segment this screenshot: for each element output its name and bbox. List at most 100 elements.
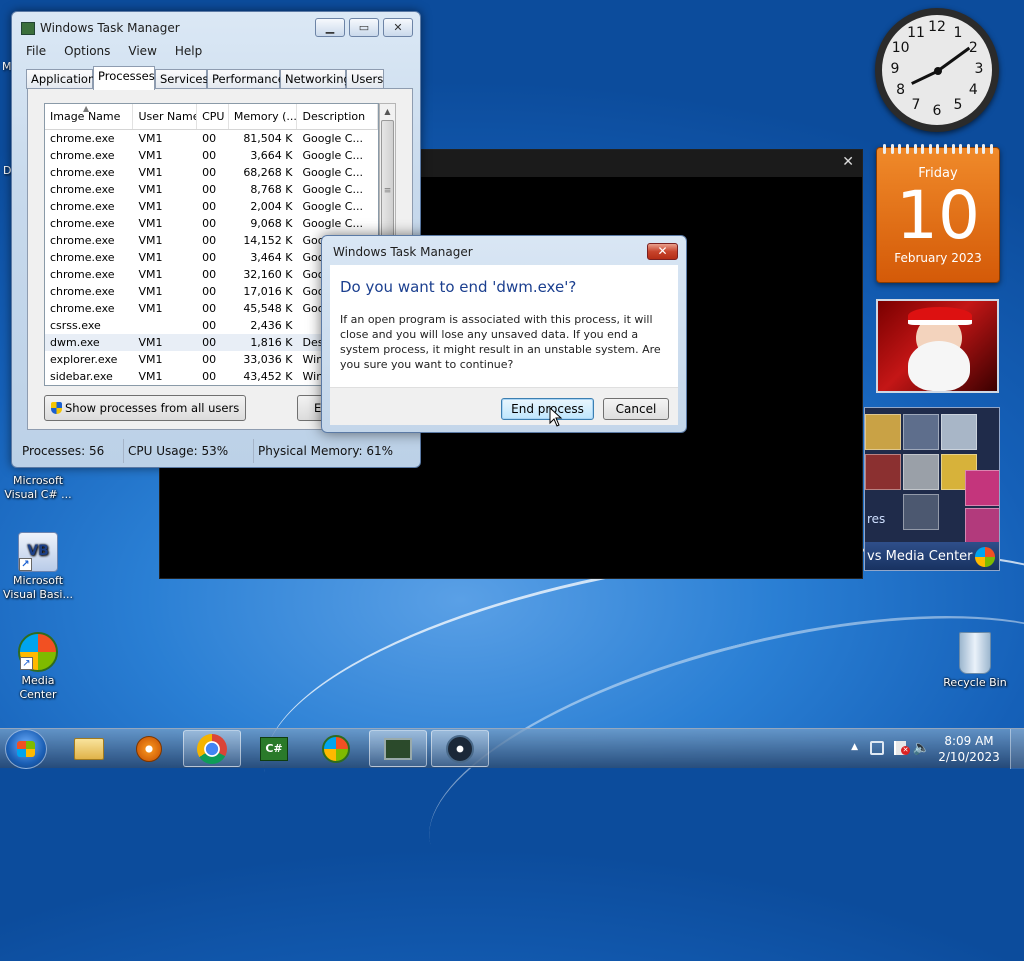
desktop-icon-recycle-bin[interactable]: Recycle Bin [939,632,1011,690]
cell-user-name: VM1 [138,251,163,264]
media-center-label: vs Media Center [867,549,973,564]
cell-user-name [133,317,197,334]
status-cpu: CPU Usage: 53% [124,439,254,463]
taskbar-media-player[interactable] [120,730,178,767]
action-center-flag-icon[interactable]: ✕ [894,741,910,755]
dialog-close-button[interactable]: ✕ [647,243,678,260]
desktop-icon-visual-csharp[interactable]: Microsoft Visual C# ... [2,474,74,502]
cell-image-name: chrome.exe [50,285,115,298]
media-tile [903,454,939,490]
column-cpu[interactable]: CPU [197,104,229,129]
maximize-button[interactable]: ▭ [349,18,379,37]
cell-memory: 2,436 K [250,319,293,332]
dialog-title: Windows Task Manager [333,245,473,259]
cancel-button[interactable]: Cancel [603,398,669,420]
scroll-up-arrow-icon[interactable]: ▲ [380,104,395,119]
taskbar: C# ▲ ✕ 🔈 8:09 AM 2/10/2023 [0,728,1024,769]
cell-image-name: chrome.exe [50,234,115,247]
calendar-month-year: February 2023 [894,251,982,265]
clock-number: 9 [890,61,900,77]
cell-cpu: 00 [202,370,217,383]
calendar-gadget[interactable]: Friday 10 February 2023 [876,144,1000,283]
windows-orb-icon [322,734,350,763]
menu-help[interactable]: Help [175,41,202,61]
minimize-button[interactable]: ▁ [315,18,345,37]
cell-description: Google C... [302,183,363,196]
desktop-icon-label: Media Center [19,674,57,701]
list-header: ▲ Image Name User Name CPU Memory (... De… [45,104,378,130]
media-center-footer: vs Media Center [865,542,999,570]
tab-processes[interactable]: Processes [93,66,155,90]
warning-x-icon: ✕ [901,746,910,755]
santa-photo-hat [908,307,972,325]
taskbar-csharp[interactable]: C# [245,730,303,767]
clock-number: 8 [896,82,906,98]
start-button[interactable] [5,729,47,769]
table-row[interactable]: chrome.exe VM1 00 2,004 K Google C... [45,198,378,215]
column-memory[interactable]: Memory (... [229,104,298,129]
column-image-name[interactable]: ▲ Image Name [45,104,134,129]
cell-user-name: VM1 [138,285,163,298]
cell-cpu: 00 [202,268,217,281]
menu-options[interactable]: Options [64,41,110,61]
end-process-confirm-button[interactable]: End process [501,398,594,420]
cell-memory: 3,464 K [250,251,293,264]
column-description[interactable]: Description [297,104,378,129]
table-row[interactable]: chrome.exe VM1 00 8,768 K Google C... [45,181,378,198]
desktop-icon-label: Microsoft Visual Basi... [3,574,73,601]
cell-description: Google C... [302,217,363,230]
tab-users[interactable]: Users [346,69,384,89]
slideshow-gadget[interactable] [876,299,999,393]
table-row[interactable]: chrome.exe VM1 00 68,268 K Google C... [45,164,378,181]
volume-icon[interactable]: 🔈 [913,740,930,756]
tray-chevron-icon[interactable]: ▲ [851,742,858,752]
tab-applications[interactable]: Applications [26,69,101,89]
desktop-icon-media-center[interactable]: ↗ Media Center [2,632,74,702]
cell-image-name: chrome.exe [50,302,115,315]
media-tile [865,454,901,490]
cell-cpu: 00 [202,285,217,298]
table-row[interactable]: chrome.exe VM1 00 3,664 K Google C... [45,147,378,164]
show-all-processes-button[interactable]: Show processes from all users [44,395,247,421]
media-center-gadget[interactable]: res vs Media Center [864,407,1000,571]
calendar-rings [883,144,993,154]
menu-file[interactable]: File [26,41,46,61]
show-desktop-button[interactable] [1010,729,1024,769]
cell-image-name: chrome.exe [50,132,115,145]
tab-networking[interactable]: Networking [280,69,351,89]
table-row[interactable]: chrome.exe VM1 00 81,504 K Google C... [45,130,378,147]
taskbar-task-manager[interactable] [369,730,427,767]
taskbar-chrome[interactable] [183,730,241,767]
cell-user-name: VM1 [138,234,163,247]
taskbar-media-center[interactable] [307,730,365,767]
cell-memory: 9,068 K [250,217,293,230]
cell-user-name: VM1 [138,183,163,196]
cell-user-name: VM1 [138,132,163,145]
clock-gadget[interactable]: 12 1 2 3 4 5 6 7 8 9 10 11 [875,8,999,132]
tray-clock[interactable]: 8:09 AM 2/10/2023 [938,733,1000,765]
taskbar-steam[interactable] [431,730,489,767]
end-process-dialog[interactable]: Windows Task Manager ✕ Do you want to en… [321,235,687,433]
task-manager-icon [384,737,412,760]
close-button[interactable]: ✕ [383,18,413,37]
taskbar-explorer[interactable] [60,730,118,767]
media-tile [941,414,977,450]
desktop-icon-visual-basic[interactable]: VB ↗ Microsoft Visual Basi... [2,532,74,602]
cell-user-name: VM1 [138,336,163,349]
cell-memory: 3,664 K [250,149,293,162]
chrome-icon [197,733,227,764]
folder-icon [74,737,104,760]
desktop-icon-label: Microsoft Visual C# ... [4,474,72,501]
tab-performance[interactable]: Performance [207,69,285,89]
network-icon[interactable] [870,741,884,755]
close-icon[interactable]: ✕ [842,154,854,170]
clock-number: 11 [907,24,925,41]
table-row[interactable]: chrome.exe VM1 00 9,068 K Google C... [45,215,378,232]
column-user-name[interactable]: User Name [133,104,198,129]
menu-view[interactable]: View [128,41,156,61]
status-memory: Physical Memory: 61% [258,444,394,458]
visual-basic-icon: VB ↗ [18,532,58,572]
tab-services[interactable]: Services [155,69,209,89]
csharp-icon: C# [260,736,288,761]
cell-cpu: 00 [202,132,217,145]
